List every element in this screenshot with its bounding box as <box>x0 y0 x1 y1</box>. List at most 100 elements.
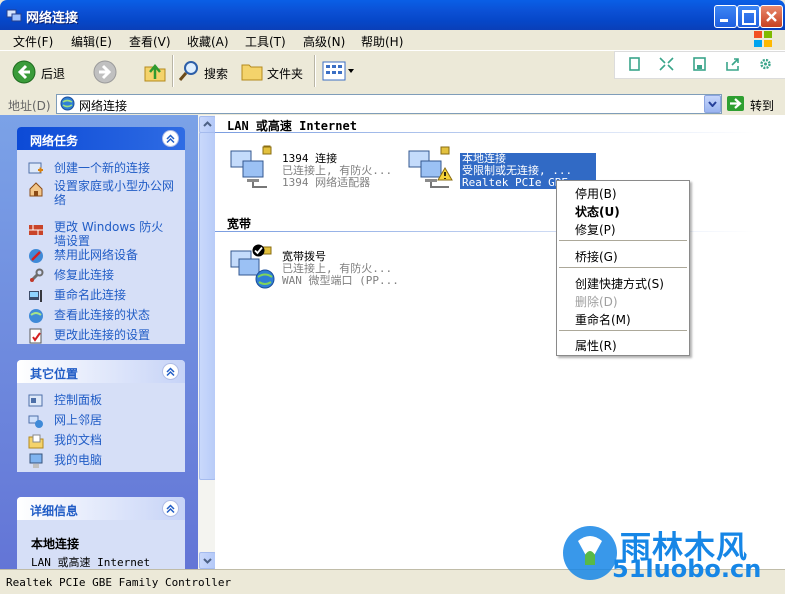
collapse-chevron-icon[interactable] <box>162 500 179 517</box>
go-arrow-icon[interactable] <box>727 96 744 111</box>
settings-gear-icon[interactable] <box>758 57 773 71</box>
menu-item-create-shortcut[interactable]: 创建快捷方式(S) <box>575 275 664 292</box>
menu-item-properties[interactable]: 属性(R) <box>575 337 617 354</box>
task-change-settings[interactable]: 更改此连接的设置 <box>54 328 150 342</box>
back-arrow-icon[interactable] <box>12 60 36 84</box>
share-icon[interactable] <box>725 57 740 71</box>
search-icon[interactable] <box>178 60 200 82</box>
repair-wrench-icon <box>29 268 44 283</box>
menu-item-status[interactable]: 状态(U) <box>575 203 620 220</box>
place-my-computer[interactable]: 我的电脑 <box>54 453 102 467</box>
details-type: LAN 或高速 Internet <box>31 556 151 569</box>
my-documents-icon <box>28 434 44 449</box>
folders-icon[interactable] <box>240 60 264 82</box>
title-bar[interactable] <box>0 0 785 30</box>
close-button[interactable] <box>760 5 783 28</box>
menu-item-rename[interactable]: 重命名(M) <box>575 311 631 328</box>
close-icon <box>766 11 777 22</box>
go-button[interactable]: 转到 <box>750 97 774 114</box>
task-disable-device[interactable]: 禁用此网络设备 <box>54 248 138 262</box>
task-create-connection[interactable]: 创建一个新的连接 <box>54 161 150 175</box>
task-view-status[interactable]: 查看此连接的状态 <box>54 308 150 322</box>
chevron-down-icon <box>708 101 717 107</box>
other-places-header[interactable]: 其它位置 <box>17 360 185 383</box>
left-pane-scrollbar[interactable] <box>198 115 216 569</box>
connection-device: 1394 网络适配器 <box>282 176 371 189</box>
place-my-documents[interactable]: 我的文档 <box>54 433 102 447</box>
address-dropdown-button[interactable] <box>704 95 721 113</box>
menu-file[interactable]: 文件(F) <box>13 33 53 50</box>
menu-item-delete: 删除(D) <box>575 295 618 309</box>
task-pane: 网络任务 创建一个新的连接 设置家庭或小型办公网络 更改 Windows 防火墙… <box>0 115 198 569</box>
phone-icon[interactable] <box>627 57 642 71</box>
scroll-up-button[interactable] <box>199 116 216 133</box>
network-places-icon <box>28 415 43 428</box>
expand-icon[interactable] <box>659 57 674 71</box>
menu-separator <box>559 240 687 241</box>
task-rename-connection[interactable]: 重命名此连接 <box>54 288 126 302</box>
home-network-icon <box>29 182 43 197</box>
connection-item[interactable]: 1394 连接 已连接上, 有防火... 1394 网络适配器 <box>227 145 417 195</box>
up-folder-icon[interactable] <box>143 59 167 83</box>
menu-item-bridge[interactable]: 桥接(G) <box>575 248 618 265</box>
extra-toolbar <box>614 51 785 79</box>
menu-advanced[interactable]: 高级(N) <box>303 33 345 50</box>
details-panel: 详细信息 本地连接 LAN 或高速 Internet <box>17 497 185 569</box>
task-repair-connection[interactable]: 修复此连接 <box>54 268 114 282</box>
group-header-broadband: 宽带 <box>227 217 252 231</box>
disable-device-icon <box>29 249 43 263</box>
menu-tools[interactable]: 工具(T) <box>245 33 286 50</box>
scroll-thumb[interactable] <box>199 132 216 480</box>
scroll-down-button[interactable] <box>199 552 216 569</box>
connection-status-icon <box>29 309 43 323</box>
network-tasks-panel: 网络任务 创建一个新的连接 设置家庭或小型办公网络 更改 Windows 防火墙… <box>17 127 185 344</box>
collapse-chevron-icon[interactable] <box>162 130 179 147</box>
address-value: 网络连接 <box>79 99 128 113</box>
place-network-neighborhood[interactable]: 网上邻居 <box>54 413 102 427</box>
menu-separator <box>559 330 687 331</box>
status-text: Realtek PCIe GBE Family Controller <box>6 576 232 589</box>
menu-item-disable[interactable]: 停用(B) <box>575 185 617 202</box>
task-home-network[interactable]: 设置家庭或小型办公网络 <box>54 179 174 207</box>
collapse-chevron-icon[interactable] <box>162 363 179 380</box>
connection-settings-icon <box>29 328 42 344</box>
network-computer-icon <box>230 145 272 188</box>
forward-arrow-icon[interactable] <box>93 60 117 84</box>
network-connections-icon <box>6 9 22 22</box>
menu-edit[interactable]: 编辑(E) <box>71 33 112 50</box>
address-bar: 地址(D) 网络连接 <box>0 93 785 115</box>
details-header[interactable]: 详细信息 <box>17 497 185 520</box>
checkmark-icon <box>252 244 265 257</box>
save-icon[interactable] <box>692 57 707 71</box>
network-connections-icon <box>60 96 75 111</box>
my-computer-icon <box>29 453 43 468</box>
watermark-url: 51luobo.cn <box>612 555 762 583</box>
minimize-icon <box>720 19 728 22</box>
network-tasks-header[interactable]: 网络任务 <box>17 127 185 150</box>
back-button[interactable]: 后退 <box>41 65 65 82</box>
warning-icon <box>437 167 453 181</box>
search-button[interactable]: 搜索 <box>204 65 228 82</box>
menu-item-repair[interactable]: 修复(P) <box>575 221 616 238</box>
connection-item[interactable]: 宽带拨号 已连接上, 有防火... WAN 微型端口 (PP... <box>227 243 417 295</box>
menu-favorites[interactable]: 收藏(A) <box>187 33 229 50</box>
globe-icon <box>255 269 275 289</box>
menu-view[interactable]: 查看(V) <box>129 33 171 50</box>
menu-bar: 文件(F) 编辑(E) 查看(V) 收藏(A) 工具(T) 高级(N) 帮助(H… <box>0 30 785 50</box>
group-divider <box>215 132 755 133</box>
window-title: 网络连接 <box>26 11 79 26</box>
content-pane: LAN 或高速 Internet 1394 连接 已连接上, 有防火... 13… <box>215 115 785 569</box>
menu-separator <box>559 267 687 268</box>
views-icon[interactable] <box>322 60 354 82</box>
address-input[interactable]: 网络连接 <box>56 94 722 114</box>
folders-button[interactable]: 文件夹 <box>267 65 303 82</box>
place-control-panel[interactable]: 控制面板 <box>54 393 102 407</box>
menu-help[interactable]: 帮助(H) <box>361 33 403 50</box>
minimize-button[interactable] <box>714 5 737 28</box>
context-menu: 停用(B) 状态(U) 修复(P) 桥接(G) 创建快捷方式(S) 删除(D) … <box>556 180 690 356</box>
firewall-icon <box>29 225 43 235</box>
maximize-icon <box>742 10 756 25</box>
maximize-button[interactable] <box>737 5 760 28</box>
address-label: 地址(D) <box>8 99 51 113</box>
task-windows-firewall[interactable]: 更改 Windows 防火墙设置 <box>54 220 172 248</box>
